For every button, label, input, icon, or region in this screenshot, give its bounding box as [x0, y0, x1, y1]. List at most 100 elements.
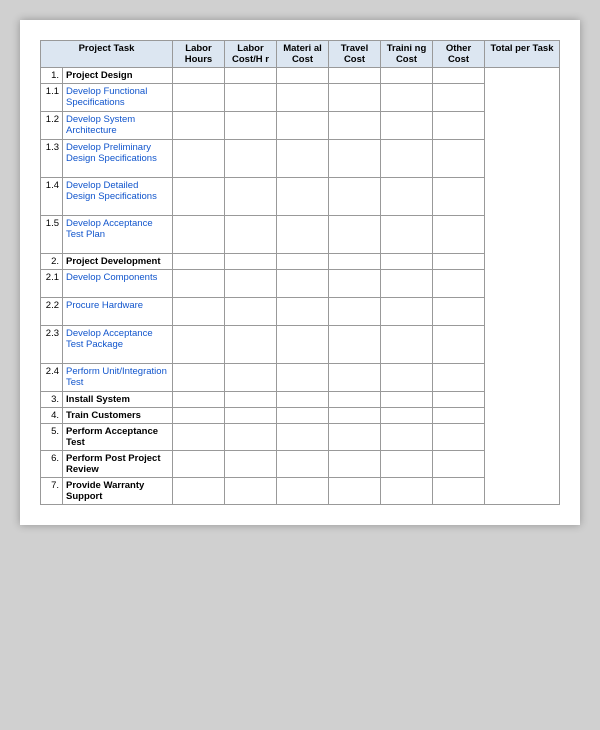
data-cell[interactable]: [277, 451, 329, 478]
data-cell[interactable]: [381, 451, 433, 478]
data-cell[interactable]: [225, 178, 277, 216]
data-cell[interactable]: [225, 112, 277, 140]
data-cell[interactable]: [173, 408, 225, 424]
data-cell[interactable]: [173, 270, 225, 298]
data-cell[interactable]: [381, 408, 433, 424]
data-cell[interactable]: [329, 84, 381, 112]
data-cell[interactable]: [173, 112, 225, 140]
data-cell[interactable]: [225, 424, 277, 451]
data-cell[interactable]: [381, 254, 433, 270]
data-cell[interactable]: [329, 68, 381, 84]
data-cell[interactable]: [433, 270, 485, 298]
data-cell[interactable]: [173, 392, 225, 408]
data-cell[interactable]: [277, 424, 329, 451]
data-cell[interactable]: [433, 178, 485, 216]
data-cell[interactable]: [329, 326, 381, 364]
data-cell[interactable]: [433, 112, 485, 140]
data-cell[interactable]: [329, 478, 381, 505]
data-cell[interactable]: [277, 270, 329, 298]
data-cell[interactable]: [381, 84, 433, 112]
data-cell[interactable]: [381, 68, 433, 84]
data-cell[interactable]: [329, 408, 381, 424]
data-cell[interactable]: [277, 298, 329, 326]
data-cell[interactable]: [329, 270, 381, 298]
row-number: 1.2: [41, 112, 63, 140]
data-cell[interactable]: [173, 326, 225, 364]
data-cell[interactable]: [225, 298, 277, 326]
data-cell[interactable]: [381, 270, 433, 298]
data-cell[interactable]: [433, 84, 485, 112]
data-cell[interactable]: [433, 326, 485, 364]
data-cell[interactable]: [381, 392, 433, 408]
data-cell[interactable]: [433, 254, 485, 270]
data-cell[interactable]: [277, 112, 329, 140]
data-cell[interactable]: [277, 216, 329, 254]
data-cell[interactable]: [277, 178, 329, 216]
data-cell[interactable]: [329, 364, 381, 392]
data-cell[interactable]: [277, 364, 329, 392]
data-cell[interactable]: [329, 451, 381, 478]
data-cell[interactable]: [381, 140, 433, 178]
data-cell[interactable]: [433, 478, 485, 505]
data-cell[interactable]: [329, 298, 381, 326]
data-cell[interactable]: [173, 254, 225, 270]
data-cell[interactable]: [277, 326, 329, 364]
data-cell[interactable]: [329, 424, 381, 451]
data-cell[interactable]: [433, 408, 485, 424]
table-row: 1.2Develop System Architecture: [41, 112, 560, 140]
data-cell[interactable]: [433, 451, 485, 478]
data-cell[interactable]: [433, 140, 485, 178]
data-cell[interactable]: [173, 451, 225, 478]
data-cell[interactable]: [225, 326, 277, 364]
data-cell[interactable]: [277, 478, 329, 505]
data-cell[interactable]: [329, 254, 381, 270]
data-cell[interactable]: [225, 140, 277, 178]
data-cell[interactable]: [225, 270, 277, 298]
data-cell[interactable]: [173, 424, 225, 451]
data-cell[interactable]: [433, 364, 485, 392]
page: Project Task Labor Hours Labor Cost/H r …: [20, 20, 580, 525]
data-cell[interactable]: [225, 478, 277, 505]
data-cell[interactable]: [277, 140, 329, 178]
data-cell[interactable]: [277, 68, 329, 84]
data-cell[interactable]: [277, 84, 329, 112]
data-cell[interactable]: [381, 216, 433, 254]
data-cell[interactable]: [225, 68, 277, 84]
data-cell[interactable]: [381, 424, 433, 451]
data-cell[interactable]: [381, 112, 433, 140]
data-cell[interactable]: [173, 216, 225, 254]
data-cell[interactable]: [173, 68, 225, 84]
data-cell[interactable]: [381, 178, 433, 216]
data-cell[interactable]: [173, 478, 225, 505]
data-cell[interactable]: [381, 298, 433, 326]
data-cell[interactable]: [433, 424, 485, 451]
data-cell[interactable]: [225, 216, 277, 254]
data-cell[interactable]: [277, 254, 329, 270]
data-cell[interactable]: [225, 451, 277, 478]
data-cell[interactable]: [329, 178, 381, 216]
data-cell[interactable]: [381, 326, 433, 364]
data-cell[interactable]: [433, 216, 485, 254]
data-cell[interactable]: [277, 392, 329, 408]
data-cell[interactable]: [433, 298, 485, 326]
data-cell[interactable]: [225, 408, 277, 424]
data-cell[interactable]: [173, 140, 225, 178]
data-cell[interactable]: [173, 84, 225, 112]
data-cell[interactable]: [329, 112, 381, 140]
data-cell[interactable]: [173, 298, 225, 326]
data-cell[interactable]: [225, 84, 277, 112]
row-number: 6.: [41, 451, 63, 478]
data-cell[interactable]: [173, 364, 225, 392]
data-cell[interactable]: [329, 392, 381, 408]
data-cell[interactable]: [173, 178, 225, 216]
data-cell[interactable]: [225, 392, 277, 408]
data-cell[interactable]: [433, 68, 485, 84]
data-cell[interactable]: [381, 364, 433, 392]
data-cell[interactable]: [225, 254, 277, 270]
data-cell[interactable]: [277, 408, 329, 424]
data-cell[interactable]: [225, 364, 277, 392]
data-cell[interactable]: [433, 392, 485, 408]
data-cell[interactable]: [329, 140, 381, 178]
data-cell[interactable]: [329, 216, 381, 254]
data-cell[interactable]: [381, 478, 433, 505]
